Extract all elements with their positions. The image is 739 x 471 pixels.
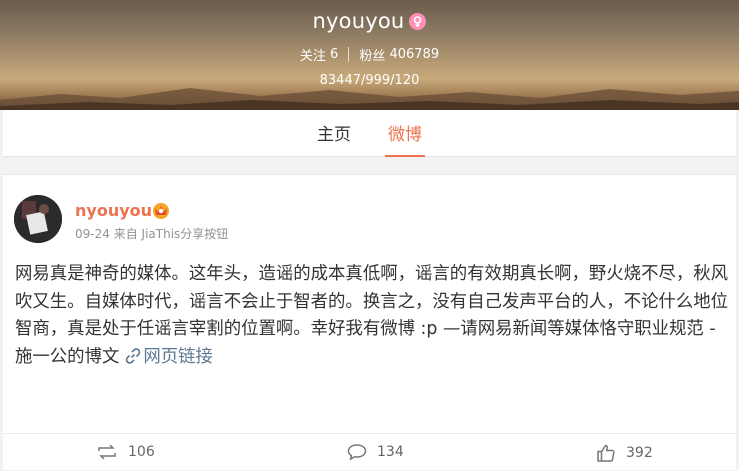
following-label: 关注 (299, 49, 326, 64)
repost-count: 106 (128, 444, 155, 460)
repost-button[interactable]: 106 (96, 443, 155, 461)
profile-tabs: 主页 微博 (3, 110, 736, 157)
comment-count: 134 (377, 444, 404, 460)
like-count: 392 (626, 445, 653, 461)
post-meta: 09-24 来自 JiaThis分享按钮 (75, 225, 228, 242)
web-link[interactable]: 网页链接 (143, 347, 213, 367)
post-actions: 106 134 392 (3, 433, 736, 471)
post-card: nyouyou 09-24 来自 JiaThis分享按钮 网易真是神奇的媒体。这… (3, 174, 736, 470)
stats-divider (348, 47, 350, 62)
vip-crown-icon[interactable] (151, 201, 171, 219)
followers-count: 406789 (389, 47, 440, 62)
active-tab-indicator (385, 155, 425, 157)
comment-button[interactable]: 134 (347, 443, 404, 461)
female-icon (409, 12, 427, 30)
tab-weibo[interactable]: 微博 (385, 120, 425, 157)
like-button[interactable]: 392 (596, 443, 653, 463)
thumbs-up-icon (597, 444, 615, 462)
following-count: 6 (330, 47, 339, 62)
profile-counts: 83447/999/120 (319, 73, 420, 88)
profile-cover: nyouyou 关注 6 粉丝 406789 83447/999/120 (0, 0, 739, 110)
post-author[interactable]: nyouyou (75, 201, 152, 220)
tab-home-label: 主页 (317, 125, 351, 145)
following-link[interactable]: 关注 6 (299, 47, 339, 64)
profile-name-text: nyouyou (312, 9, 405, 33)
profile-name: nyouyou (0, 8, 739, 33)
followers-label: 粉丝 (359, 49, 386, 64)
followers-link[interactable]: 粉丝 406789 (359, 47, 440, 64)
profile-stats: 关注 6 粉丝 406789 (0, 45, 739, 64)
avatar[interactable] (14, 195, 62, 243)
post-text: 网易真是神奇的媒体。这年头，造谣的成本真低啊，谣言的有效期真长啊，野火烧不尽，秋… (15, 261, 731, 371)
post-source-prefix: 来自 (113, 227, 138, 241)
tab-home[interactable]: 主页 (317, 120, 351, 156)
tab-weibo-label: 微博 (388, 125, 422, 145)
post-source[interactable]: JiaThis分享按钮 (142, 227, 229, 241)
link-icon (126, 347, 141, 364)
avatar-image (14, 195, 62, 243)
repost-icon (98, 444, 116, 460)
post-text-content: 网易真是神奇的媒体。这年头，造谣的成本真低啊，谣言的有效期真长啊，野火烧不尽，秋… (15, 264, 729, 367)
post-date: 09-24 (75, 227, 110, 241)
comment-icon (347, 444, 367, 461)
